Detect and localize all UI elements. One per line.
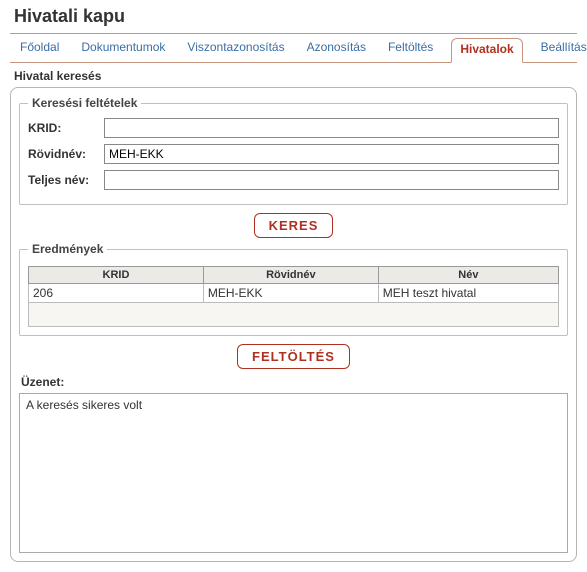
main-panel: Keresési feltételek KRID: Rövidnév: Telj… [10, 87, 577, 562]
menu-item-fooldal[interactable]: Főoldal [16, 38, 63, 62]
input-krid[interactable] [104, 118, 559, 138]
col-nev: Név [378, 267, 558, 284]
label-rovidnev: Rövidnév: [28, 147, 98, 161]
message-label: Üzenet: [21, 375, 568, 389]
menu-item-hivatalok[interactable]: Hivatalok [451, 38, 522, 63]
upload-button[interactable]: FELTÖLTÉS [237, 344, 350, 369]
main-menu: Főoldal Dokumentumok Viszontazonosítás A… [10, 33, 577, 63]
label-krid: KRID: [28, 121, 98, 135]
cell-rovidnev: MEH-EKK [203, 284, 378, 303]
search-button[interactable]: KERES [254, 213, 334, 238]
table-row[interactable]: 206 MEH-EKK MEH teszt hivatal [29, 284, 559, 303]
message-box: A keresés sikeres volt [19, 393, 568, 553]
menu-item-viszontazonositas[interactable]: Viszontazonosítás [183, 38, 288, 62]
results-legend: Eredmények [28, 242, 107, 256]
col-rovidnev: Rövidnév [203, 267, 378, 284]
menu-item-beallitasok[interactable]: Beállítások [537, 38, 587, 62]
search-fieldset: Keresési feltételek KRID: Rövidnév: Telj… [19, 96, 568, 205]
search-legend: Keresési feltételek [28, 96, 141, 110]
menu-item-dokumentumok[interactable]: Dokumentumok [77, 38, 169, 62]
page-title: Hivatali kapu [10, 6, 577, 33]
label-teljesnev: Teljes név: [28, 173, 98, 187]
cell-krid: 206 [29, 284, 204, 303]
menu-item-feltoltes[interactable]: Feltöltés [384, 38, 437, 62]
results-empty-area [28, 303, 559, 327]
results-table: KRID Rövidnév Név 206 MEH-EKK MEH teszt … [28, 266, 559, 303]
input-teljesnev[interactable] [104, 170, 559, 190]
input-rovidnev[interactable] [104, 144, 559, 164]
section-title: Hivatal keresés [10, 63, 577, 87]
col-krid: KRID [29, 267, 204, 284]
results-fieldset: Eredmények KRID Rövidnév Név 206 MEH-EKK… [19, 242, 568, 336]
message-text: A keresés sikeres volt [26, 398, 142, 412]
menu-item-azonositas[interactable]: Azonosítás [303, 38, 370, 62]
cell-nev: MEH teszt hivatal [378, 284, 558, 303]
